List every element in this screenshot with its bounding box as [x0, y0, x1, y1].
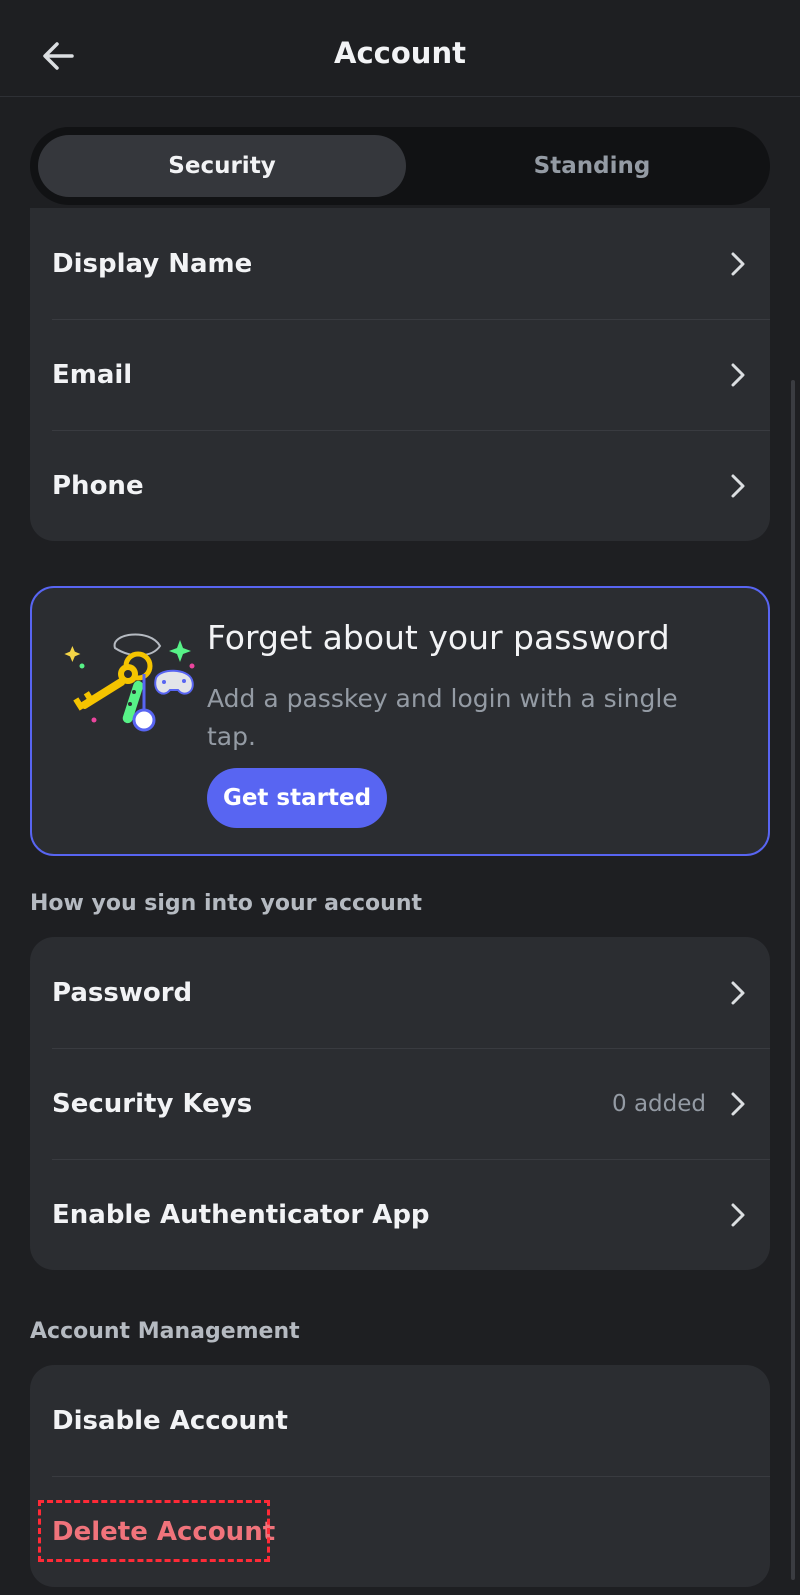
page-title: Account	[334, 36, 466, 70]
password-row[interactable]: Password	[30, 937, 770, 1048]
chevron-right-icon	[728, 250, 748, 278]
disable-account-label: Disable Account	[52, 1405, 288, 1436]
email-label: Email	[52, 359, 133, 390]
display-name-label: Display Name	[52, 248, 253, 279]
authenticator-app-label: Enable Authenticator App	[52, 1199, 430, 1230]
security-keys-row[interactable]: Security Keys 0 added	[30, 1048, 770, 1159]
account-management-card: Disable Account Delete Account	[30, 1365, 770, 1587]
chevron-right-icon	[728, 1090, 748, 1118]
display-name-row[interactable]: Display Name	[30, 208, 770, 319]
chevron-right-icon	[728, 361, 748, 389]
chevron-right-icon	[728, 472, 748, 500]
tab-security[interactable]: Security	[38, 135, 406, 197]
authenticator-app-row[interactable]: Enable Authenticator App	[30, 1159, 770, 1270]
delete-account-row[interactable]: Delete Account	[30, 1476, 770, 1587]
passkey-promo-banner: Forget about your password Add a passkey…	[30, 586, 770, 856]
security-keys-label: Security Keys	[52, 1088, 253, 1119]
top-bar: Account	[0, 0, 800, 97]
email-row[interactable]: Email	[30, 319, 770, 430]
get-started-button[interactable]: Get started	[207, 768, 387, 828]
sign-in-methods-card: Password Security Keys 0 added Enable Au…	[30, 937, 770, 1270]
password-label: Password	[52, 977, 193, 1008]
phone-row[interactable]: Phone	[30, 430, 770, 541]
profile-settings-card: Display Name Email Phone	[30, 208, 770, 541]
scrollbar[interactable]	[791, 380, 795, 1580]
phone-label: Phone	[52, 470, 144, 501]
security-keys-count: 0 added	[612, 1090, 706, 1117]
tab-switcher: Security Standing	[30, 127, 770, 205]
chevron-right-icon	[728, 979, 748, 1007]
sign-in-section-heading: How you sign into your account	[30, 891, 422, 916]
chevron-right-icon	[728, 1201, 748, 1229]
passkey-title: Forget about your password	[207, 618, 670, 657]
keychain-illustration	[64, 633, 195, 732]
disable-account-row[interactable]: Disable Account	[30, 1365, 770, 1476]
passkey-description: Add a passkey and login with a single ta…	[207, 684, 678, 751]
tab-standing[interactable]: Standing	[422, 135, 762, 197]
account-management-heading: Account Management	[30, 1319, 300, 1344]
highlight-box	[38, 1500, 270, 1562]
